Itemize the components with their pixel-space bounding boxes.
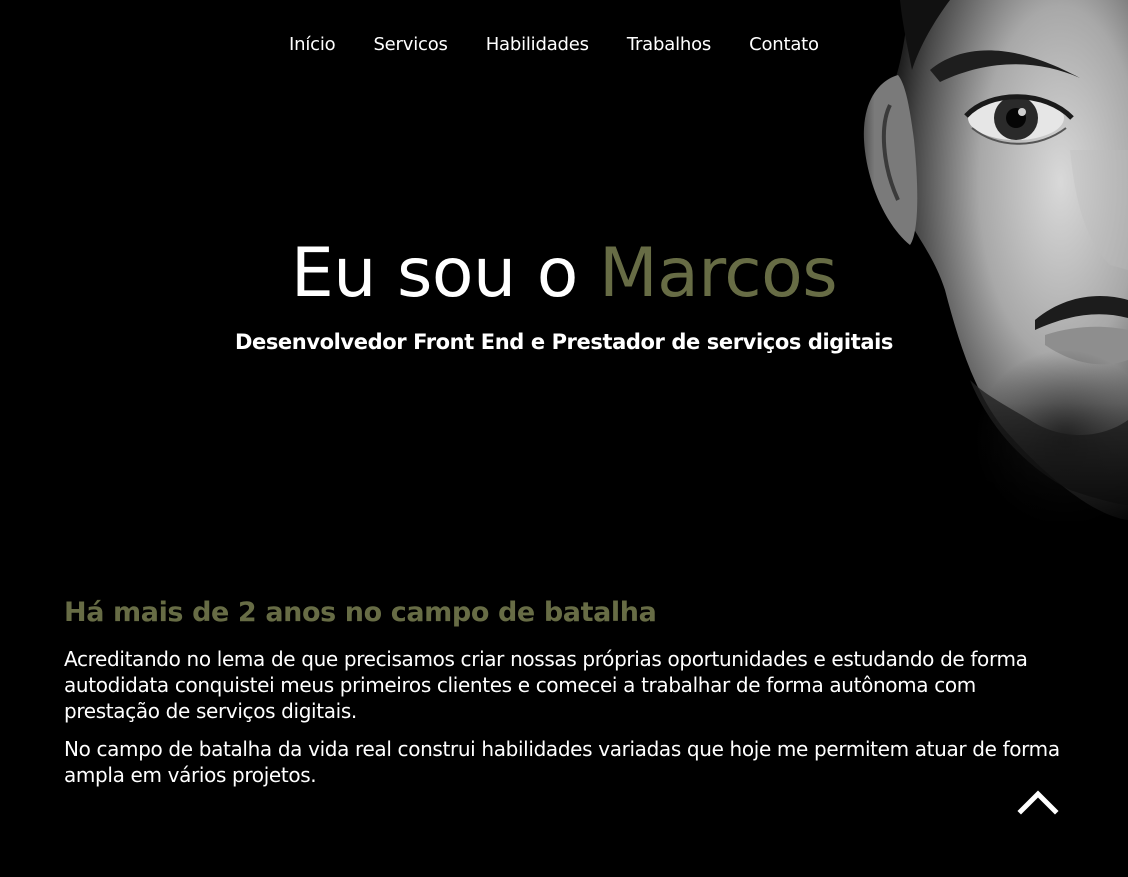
nav-item-servicos[interactable]: Servicos (354, 32, 466, 58)
nav-item-habilidades[interactable]: Habilidades (467, 32, 608, 58)
page: Início Servicos Habilidades Trabalhos Co… (0, 0, 1128, 877)
back-to-top-button[interactable] (1016, 784, 1060, 820)
hero-title-prefix: Eu sou o (290, 234, 599, 313)
hero-title-name: Marcos (598, 234, 838, 313)
main-nav: Início Servicos Habilidades Trabalhos Co… (270, 32, 838, 58)
about-paragraph: No campo de batalha da vida real constru… (64, 737, 1060, 787)
nav-item-trabalhos[interactable]: Trabalhos (608, 32, 730, 58)
hero-subtitle: Desenvolvedor Front End e Prestador de s… (234, 330, 894, 354)
about-paragraph: Acreditando no lema de que precisamos cr… (64, 647, 1028, 723)
chevron-up-icon (1017, 790, 1059, 815)
about-section: Há mais de 2 anos no campo de batalha Ac… (64, 596, 1064, 800)
about-heading: Há mais de 2 anos no campo de batalha (64, 597, 657, 628)
nav-item-inicio[interactable]: Início (270, 32, 354, 58)
nav-item-contato[interactable]: Contato (730, 32, 838, 58)
hero-title: Eu sou o Marcos (0, 232, 1128, 316)
